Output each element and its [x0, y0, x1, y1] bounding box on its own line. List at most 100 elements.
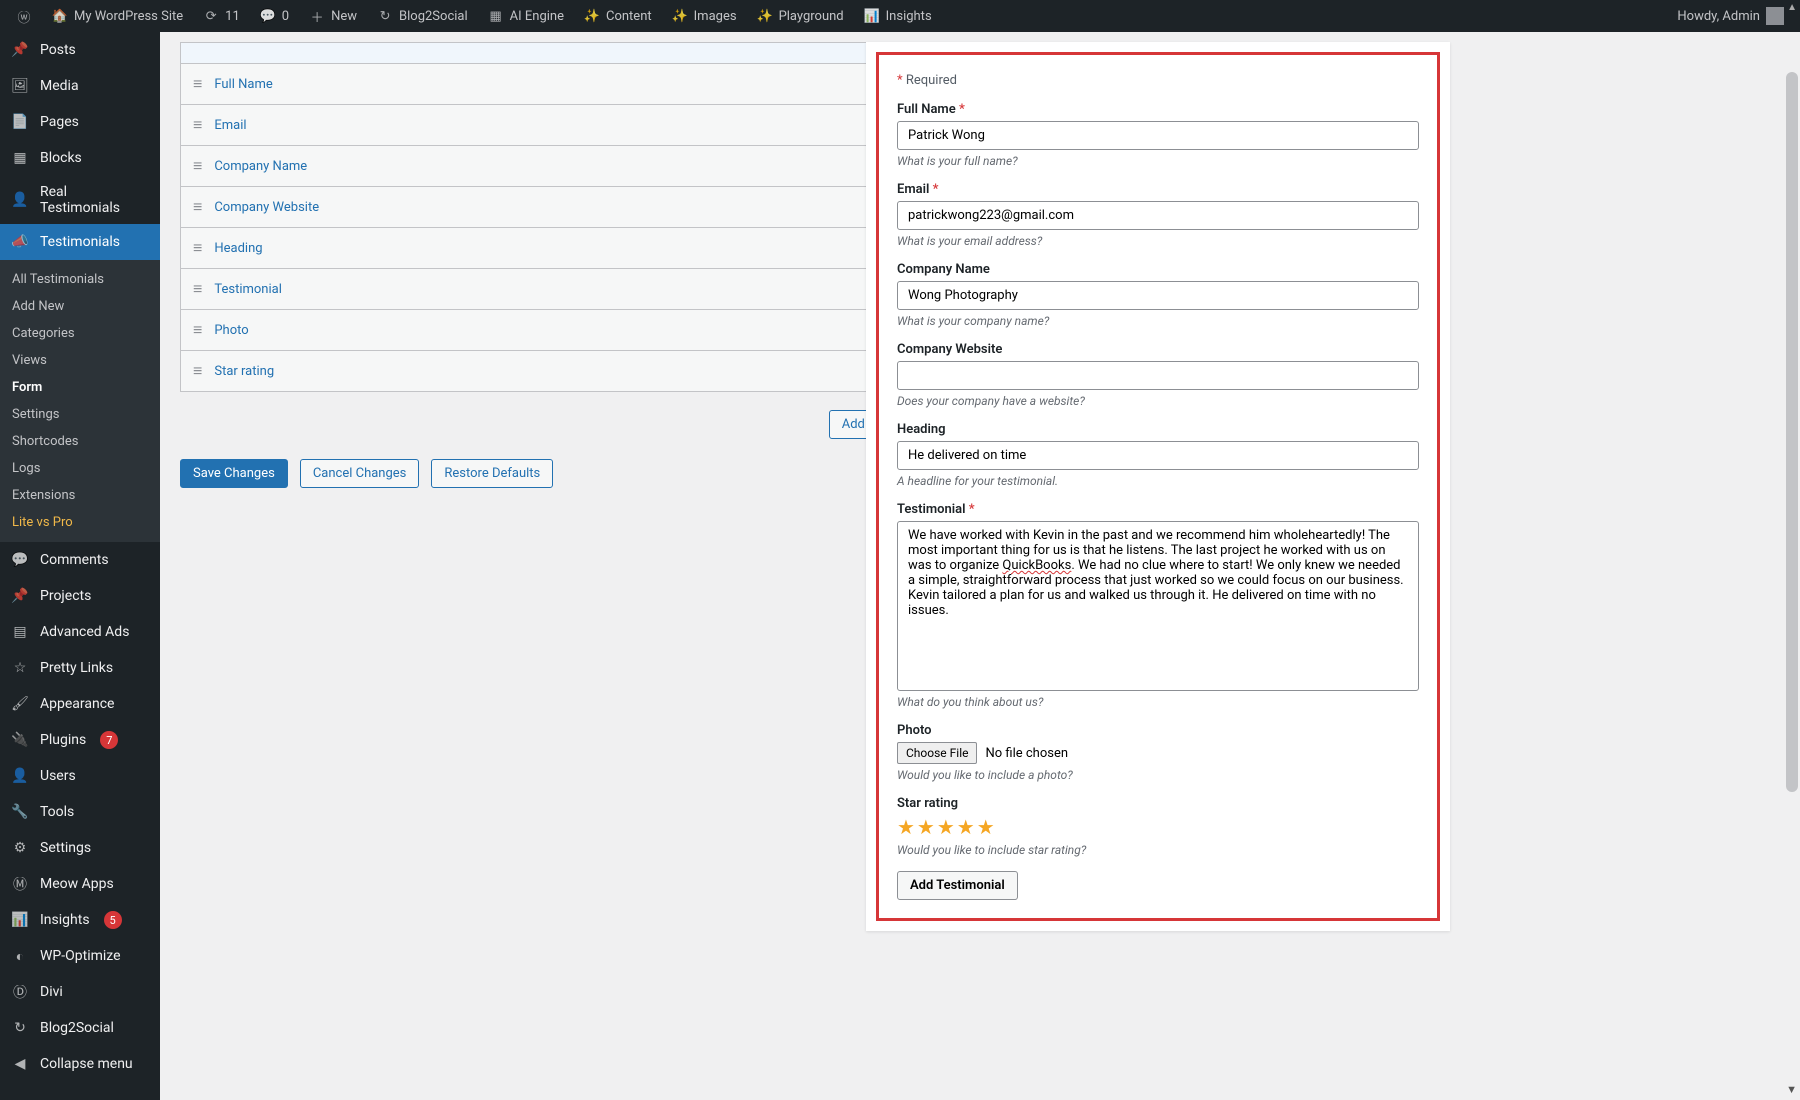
- sidebar-item[interactable]: 👤Users: [0, 758, 160, 794]
- drag-handle-icon[interactable]: ≡: [193, 279, 202, 299]
- drag-handle-icon[interactable]: ≡: [193, 238, 202, 258]
- sidebar-item-label: Blocks: [40, 150, 82, 166]
- menu-icon: 🖼: [10, 76, 30, 96]
- sidebar-item[interactable]: ▤Advanced Ads: [0, 614, 160, 650]
- company-website-field[interactable]: [897, 361, 1419, 390]
- add-testimonial-button[interactable]: Add Testimonial: [897, 871, 1018, 900]
- drag-handle-icon[interactable]: ≡: [193, 74, 202, 94]
- sidebar-item[interactable]: 🔌Plugins7: [0, 722, 160, 758]
- drag-handle-icon[interactable]: ≡: [193, 197, 202, 217]
- field-name-link[interactable]: Photo: [214, 323, 902, 338]
- scrollbar-thumb[interactable]: [1786, 72, 1798, 792]
- sidebar-sub-item[interactable]: Views: [0, 347, 160, 374]
- email-field[interactable]: [897, 201, 1419, 230]
- sidebar-item[interactable]: ◐WP-Optimize: [0, 938, 160, 974]
- rating-label: Star rating: [897, 796, 1419, 811]
- form-field-row[interactable]: ≡Testimonial▼: [180, 268, 938, 310]
- sidebar-item[interactable]: ⚙Settings: [0, 830, 160, 866]
- field-name-link[interactable]: Full Name: [214, 77, 902, 92]
- menu-icon: ⚙: [10, 838, 30, 858]
- sidebar-item[interactable]: 🖼Media: [0, 68, 160, 104]
- sidebar-item[interactable]: 📌Posts: [0, 32, 160, 68]
- sidebar-item[interactable]: 🔧Tools: [0, 794, 160, 830]
- testimonial-label: Testimonial *: [897, 502, 1419, 517]
- sidebar-item[interactable]: 📄Pages: [0, 104, 160, 140]
- heading-field[interactable]: [897, 441, 1419, 470]
- field-name-link[interactable]: Star rating: [214, 364, 902, 379]
- sidebar-sub-item[interactable]: Form: [0, 374, 160, 401]
- site-home[interactable]: 🏠My WordPress Site: [44, 0, 191, 32]
- sidebar-item[interactable]: ▦ Blocks: [0, 140, 160, 176]
- toolbar-aiengine[interactable]: ▦AI Engine: [480, 0, 572, 32]
- admin-sidebar: 📌Posts🖼Media📄Pages ▦ Blocks 👤Real Testimoni…: [0, 32, 160, 1100]
- sidebar-item[interactable]: 💬 Comments: [0, 542, 160, 578]
- testimonial-field[interactable]: We have worked with Kevin in the past an…: [897, 521, 1419, 691]
- drag-handle-icon[interactable]: ≡: [193, 156, 202, 176]
- form-field-row[interactable]: ≡Photo▼: [180, 309, 938, 351]
- sidebar-item[interactable]: ⒹDivi: [0, 974, 160, 1010]
- field-name-link[interactable]: Company Name: [214, 159, 902, 174]
- drag-handle-icon[interactable]: ≡: [193, 320, 202, 340]
- sidebar-sub-item[interactable]: Settings: [0, 401, 160, 428]
- form-field-row[interactable]: ≡Full Name▼: [180, 63, 938, 105]
- sidebar-item-testimonials[interactable]: 📣 Testimonials: [0, 224, 160, 260]
- form-field-row[interactable]: ≡Company Name▼: [180, 145, 938, 187]
- megaphone-icon: 📣: [10, 232, 30, 252]
- sidebar-item[interactable]: ◀Collapse menu: [0, 1046, 160, 1082]
- form-field-row[interactable]: ≡Company Website▼: [180, 186, 938, 228]
- scrollbar-rail[interactable]: ▼: [1784, 32, 1800, 1100]
- sidebar-sub-item[interactable]: Lite vs Pro: [0, 509, 160, 536]
- toolbar-blog2social[interactable]: ↻Blog2Social: [369, 0, 476, 32]
- field-name-link[interactable]: Email: [214, 118, 902, 133]
- form-field-row[interactable]: ≡Email▼: [180, 104, 938, 146]
- toolbar-images[interactable]: ✨Images: [664, 0, 745, 32]
- updates[interactable]: ⟳11: [195, 0, 248, 32]
- photo-hint: Would you like to include a photo?: [897, 768, 1419, 782]
- toolbar-playground[interactable]: ✨Playground: [749, 0, 852, 32]
- sidebar-sub-item[interactable]: Shortcodes: [0, 428, 160, 455]
- sidebar-sub-item[interactable]: Logs: [0, 455, 160, 482]
- sidebar-item-label: Users: [40, 768, 76, 784]
- sidebar-item[interactable]: ↻Blog2Social: [0, 1010, 160, 1046]
- sidebar-item[interactable]: 📌Projects: [0, 578, 160, 614]
- menu-icon: 💬: [10, 550, 30, 570]
- menu-icon: 👤: [10, 190, 30, 210]
- form-preview-panel: * Required Full Name * What is your full…: [866, 42, 1450, 931]
- form-fields-list: ≡Full Name▼≡Email▼≡Company Name▼≡Company…: [180, 42, 938, 392]
- sidebar-sub-item[interactable]: Add New: [0, 293, 160, 320]
- sidebar-sub-item[interactable]: All Testimonials: [0, 266, 160, 293]
- sidebar-item[interactable]: 📊Insights5: [0, 902, 160, 938]
- star-rating[interactable]: ★★★★★: [897, 815, 1419, 839]
- sidebar-item-label: Comments: [40, 552, 109, 568]
- company-name-field[interactable]: [897, 281, 1419, 310]
- toolbar-insights[interactable]: 📊Insights: [856, 0, 940, 32]
- menu-icon: ▤: [10, 622, 30, 642]
- howdy-user[interactable]: Howdy, Admin: [1669, 0, 1792, 32]
- sidebar-item[interactable]: ☆Pretty Links: [0, 650, 160, 686]
- field-name-link[interactable]: Company Website: [214, 200, 902, 215]
- full-name-field[interactable]: [897, 121, 1419, 150]
- drag-handle-icon[interactable]: ≡: [193, 361, 202, 381]
- sidebar-item[interactable]: ⓂMeow Apps: [0, 866, 160, 902]
- menu-icon: ◐: [10, 946, 30, 966]
- comments-count[interactable]: 💬0: [252, 0, 297, 32]
- save-changes-button[interactable]: Save Changes: [180, 459, 288, 488]
- sidebar-item[interactable]: 🖌Appearance: [0, 686, 160, 722]
- restore-defaults-button[interactable]: Restore Defaults: [431, 459, 553, 488]
- sidebar-item[interactable]: 👤Real Testimonials: [0, 176, 160, 224]
- drag-handle-icon[interactable]: ≡: [193, 115, 202, 135]
- email-hint: What is your email address?: [897, 234, 1419, 248]
- field-name-link[interactable]: Testimonial: [214, 282, 902, 297]
- wp-logo[interactable]: ⓦ: [8, 0, 40, 32]
- field-name-link[interactable]: Heading: [214, 241, 902, 256]
- form-field-row[interactable]: ≡Star rating▼: [180, 350, 938, 392]
- sidebar-sub-item[interactable]: Categories: [0, 320, 160, 347]
- toolbar-content[interactable]: ✨Content: [576, 0, 660, 32]
- sidebar-sub-item[interactable]: Extensions: [0, 482, 160, 509]
- photo-label: Photo: [897, 723, 1419, 738]
- menu-icon: ▦: [10, 148, 30, 168]
- choose-file-button[interactable]: Choose File: [897, 742, 977, 764]
- cancel-changes-button[interactable]: Cancel Changes: [300, 459, 420, 488]
- form-field-row[interactable]: ≡Heading▼: [180, 227, 938, 269]
- new-content[interactable]: ＋New: [301, 0, 365, 32]
